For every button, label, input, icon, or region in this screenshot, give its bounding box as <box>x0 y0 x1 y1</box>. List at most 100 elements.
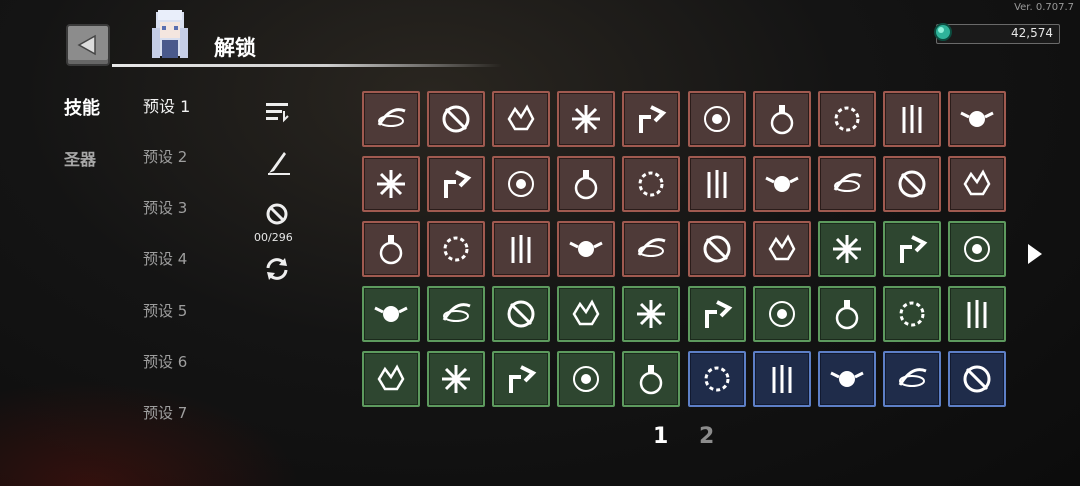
category-tab-relics[interactable]: 圣器 <box>64 146 96 170</box>
skill-slot[interactable] <box>622 286 680 342</box>
preset-tab-3[interactable]: 预设 3 <box>143 197 187 218</box>
vortex-icon <box>707 170 727 198</box>
star-burst-icon <box>572 105 600 133</box>
skill-slot[interactable] <box>948 91 1006 147</box>
frost-sword-icon <box>638 171 664 197</box>
skill-slot[interactable] <box>492 286 550 342</box>
triple-arrow-icon <box>902 105 922 133</box>
background-glow <box>0 380 300 486</box>
skill-slot[interactable] <box>753 286 811 342</box>
skill-slot[interactable] <box>688 351 746 407</box>
skill-slot[interactable] <box>948 221 1006 277</box>
arrow-rain-icon <box>443 236 469 262</box>
skill-slot[interactable] <box>948 286 1006 342</box>
skill-slot[interactable] <box>492 156 550 212</box>
quill-icon[interactable] <box>266 148 292 176</box>
pulse-wave-icon <box>768 234 796 261</box>
skill-slot[interactable] <box>622 221 680 277</box>
sort-icon[interactable] <box>264 100 292 124</box>
skill-slot[interactable] <box>688 286 746 342</box>
skill-slot[interactable] <box>818 221 876 277</box>
skill-slot[interactable] <box>427 156 485 212</box>
skill-slot[interactable] <box>362 91 420 147</box>
skill-slot[interactable] <box>948 351 1006 407</box>
triple-orb-icon <box>704 366 730 392</box>
hourglass-up-icon <box>830 371 864 387</box>
preset-tab-7[interactable]: 预设 7 <box>143 402 187 423</box>
skill-slot[interactable] <box>427 91 485 147</box>
skill-slot[interactable] <box>557 286 615 342</box>
skull-blast-icon <box>507 300 535 328</box>
page-number-2[interactable]: 2 <box>699 424 714 449</box>
skill-slot[interactable] <box>883 156 941 212</box>
thorn-ring-icon <box>834 106 860 132</box>
lion-flame-icon <box>772 365 792 393</box>
skill-slot[interactable] <box>883 91 941 147</box>
currency-counter: 42,574 <box>934 23 1060 44</box>
preset-tab-6[interactable]: 预设 6 <box>143 351 187 372</box>
skill-slot[interactable] <box>622 156 680 212</box>
skill-slot[interactable] <box>753 351 811 407</box>
totem-icon <box>374 306 408 322</box>
skill-slot[interactable] <box>492 91 550 147</box>
skill-slot[interactable] <box>753 221 811 277</box>
skill-slot[interactable] <box>427 221 485 277</box>
skill-slot[interactable] <box>362 286 420 342</box>
skill-slot[interactable] <box>883 351 941 407</box>
skill-slot[interactable] <box>557 156 615 212</box>
skill-slot[interactable] <box>688 221 746 277</box>
currency-value: 42,574 <box>1011 26 1053 40</box>
skill-slot[interactable] <box>492 221 550 277</box>
slash-arc-icon <box>377 108 406 127</box>
disc-spin-icon <box>379 235 403 265</box>
preset-tab-1[interactable]: 预设 1 <box>143 93 190 117</box>
skill-slot[interactable] <box>883 286 941 342</box>
skill-slot[interactable] <box>818 156 876 212</box>
skill-slot[interactable] <box>362 351 420 407</box>
skill-slot[interactable] <box>818 286 876 342</box>
page-title: 解锁 <box>214 36 256 60</box>
cloud-burst-icon <box>898 170 926 198</box>
preset-tab-4[interactable]: 预设 4 <box>143 248 187 269</box>
skill-slot[interactable] <box>818 91 876 147</box>
skill-slot[interactable] <box>557 91 615 147</box>
skill-slot[interactable] <box>427 286 485 342</box>
skill-slot[interactable] <box>688 156 746 212</box>
spark-dust-icon <box>377 364 405 391</box>
crescent-orb-icon <box>769 301 795 327</box>
skull-wings-icon <box>960 111 994 127</box>
skill-slot[interactable] <box>688 91 746 147</box>
skill-slot[interactable] <box>362 221 420 277</box>
back-button[interactable] <box>66 24 110 66</box>
skill-slot[interactable] <box>883 221 941 277</box>
forbid-icon[interactable] <box>265 202 289 226</box>
thunder-streak-icon <box>639 365 663 395</box>
refresh-icon[interactable] <box>263 255 291 283</box>
moon-slash-icon <box>377 170 405 198</box>
skill-slot[interactable] <box>622 91 680 147</box>
category-tab-skills[interactable]: 技能 <box>64 94 100 120</box>
skill-slot[interactable] <box>557 221 615 277</box>
skill-slot[interactable] <box>427 351 485 407</box>
feather-volley-icon <box>444 170 472 198</box>
shuriken-icon <box>509 365 537 393</box>
gem-icon <box>934 23 952 41</box>
title-underline <box>112 64 502 67</box>
cross-blade-icon <box>703 235 731 263</box>
page-number-1[interactable]: 1 <box>653 424 668 449</box>
spin-blade-icon <box>442 105 470 133</box>
skill-slot[interactable] <box>362 156 420 212</box>
selection-count: 00/296 <box>254 231 293 244</box>
skill-slot[interactable] <box>492 351 550 407</box>
skill-slot[interactable] <box>753 91 811 147</box>
shard-fall-icon <box>833 235 861 263</box>
skill-slot[interactable] <box>948 156 1006 212</box>
preset-tab-5[interactable]: 预设 5 <box>143 300 187 321</box>
skill-slot[interactable] <box>557 351 615 407</box>
skill-slot[interactable] <box>622 351 680 407</box>
skill-slot[interactable] <box>818 351 876 407</box>
skill-slot[interactable] <box>753 156 811 212</box>
stair-up-icon <box>898 368 927 387</box>
preset-tab-2[interactable]: 预设 2 <box>143 146 187 167</box>
next-page-arrow-icon[interactable] <box>1026 242 1044 266</box>
